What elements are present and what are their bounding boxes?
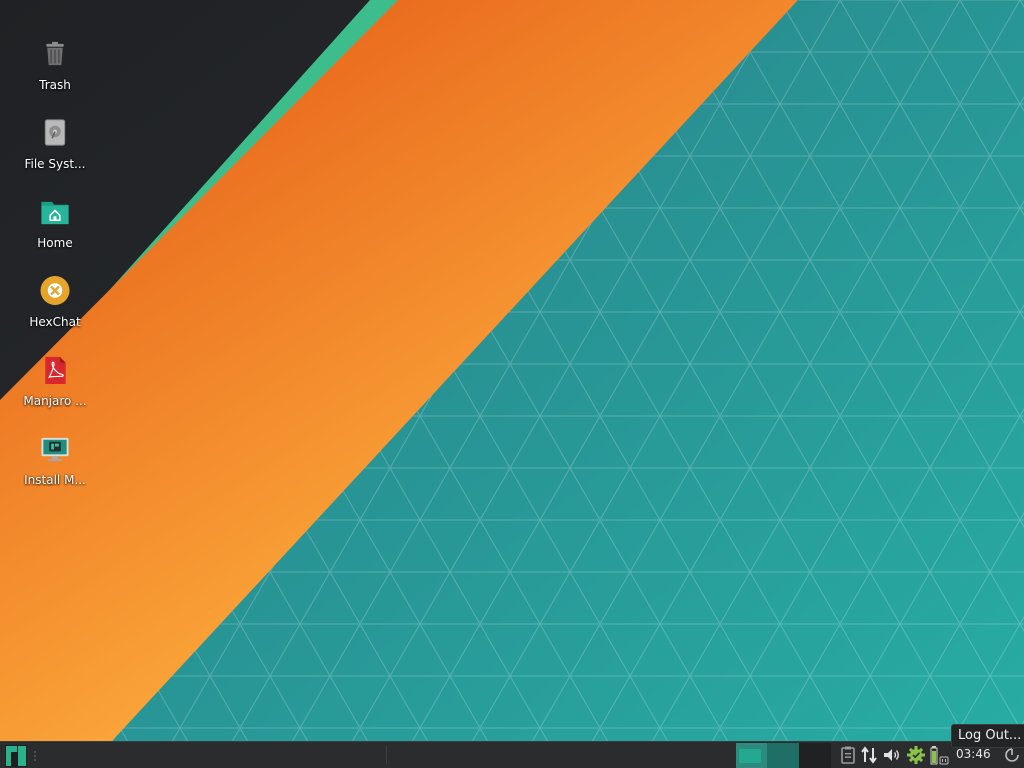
taskbar-panel: 03:46 [0, 741, 1024, 768]
workspace-window-preview [739, 749, 761, 763]
trash-icon [46, 41, 64, 66]
desktop-icon-label: Manjaro ... [23, 394, 87, 408]
panel-separator [386, 746, 387, 764]
workspace-2[interactable] [767, 743, 799, 768]
desktop-icon-home[interactable]: Home [13, 176, 97, 250]
desktop-icon-label: File Syst... [24, 157, 86, 171]
desktop-icon-hexchat[interactable]: HexChat [13, 255, 97, 329]
pdf-icon [45, 356, 66, 385]
desktop-wallpaper [0, 0, 1024, 741]
desktop-icon-label: Trash [39, 78, 71, 92]
drive-icon [44, 119, 66, 146]
update-gear-icon[interactable] [906, 745, 926, 765]
power-icon[interactable] [938, 745, 950, 765]
network-icon[interactable] [859, 745, 879, 765]
panel-drag-handle[interactable] [33, 750, 37, 762]
clock[interactable]: 03:46 [956, 747, 991, 761]
desktop-icon-label: HexChat [29, 315, 81, 329]
manjaro-logo-icon[interactable] [4, 744, 28, 768]
desktop-icon-file-system[interactable]: File Syst... [13, 97, 97, 171]
workspace-3[interactable] [799, 743, 831, 768]
desktop-icon-install-manjaro[interactable]: Install M... [13, 413, 97, 487]
desktop-icon-label: Home [37, 236, 73, 250]
action-button-icon[interactable] [1003, 746, 1021, 764]
logout-tooltip: Log Out... [951, 724, 1024, 748]
home-folder-icon [41, 201, 69, 225]
desktop-icon-trash[interactable]: Trash [13, 18, 97, 92]
desktop-icon-manjaro-pdf[interactable]: Manjaro ... [13, 334, 97, 408]
hexchat-icon [40, 275, 70, 306]
desktop-icon-label: Install M... [24, 473, 86, 487]
installer-icon [41, 437, 69, 462]
clipboard-icon[interactable] [838, 745, 858, 765]
volume-icon[interactable] [882, 745, 902, 765]
workspace-1[interactable] [736, 743, 768, 768]
